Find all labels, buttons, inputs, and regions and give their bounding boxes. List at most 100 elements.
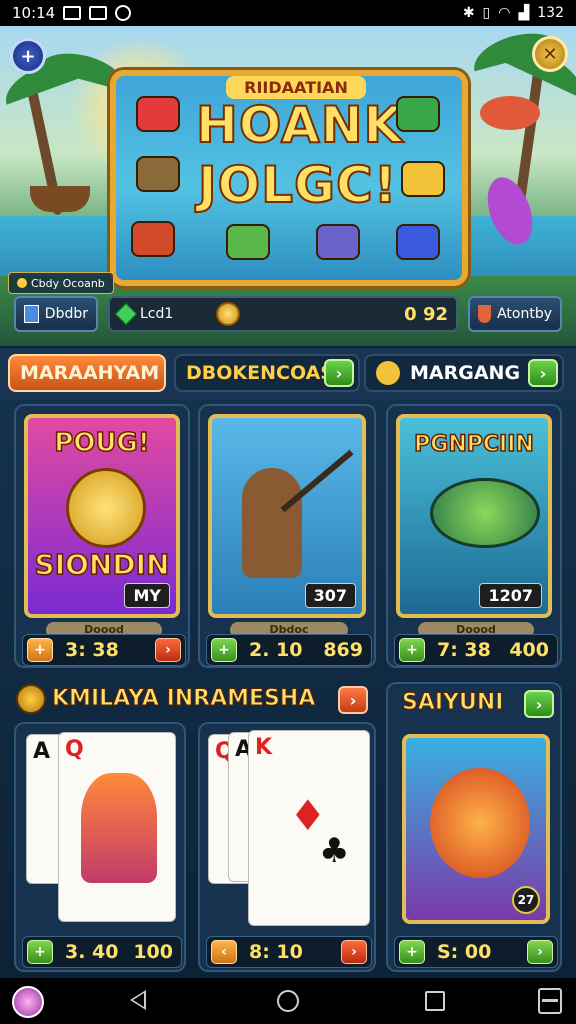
bar-left-value: 8: 10: [249, 941, 303, 963]
green-fish-icon: [226, 224, 270, 260]
section-title: SAIYUNI: [401, 690, 504, 716]
info-text: Cbdy Ocoanb: [31, 276, 105, 290]
play-button[interactable]: ›: [527, 940, 553, 964]
game-art: 27: [402, 734, 550, 924]
game-card[interactable]: SAIYUNI › 27 + S: 00 ›: [386, 682, 562, 972]
recents-icon[interactable]: [425, 991, 445, 1011]
close-button[interactable]: ✕: [532, 36, 568, 72]
game-grid: POUG! SIONDIN MY Doood + 3: 38 › 307 Dbd…: [0, 400, 576, 978]
plus-button[interactable]: +: [27, 638, 53, 662]
game-art: 307: [208, 414, 366, 618]
chevron-right-icon[interactable]: ›: [528, 359, 558, 387]
tab-dbokencoas[interactable]: DBOKENCOAS ›: [174, 354, 360, 392]
currency-label: Lcd1: [140, 306, 174, 322]
currency-bar[interactable]: Lcd1 0 92: [108, 296, 458, 332]
category-tabs: MARAAHYAM DBOKENCOAS › MARGANG ›: [0, 348, 576, 400]
coin-icon: [17, 278, 27, 288]
plus-button[interactable]: +: [211, 638, 237, 662]
tab-label: MARAAHYAM: [20, 362, 160, 384]
chevron-right-icon[interactable]: ›: [338, 686, 368, 714]
card-rank: Q: [65, 737, 84, 762]
cash-icon: [396, 96, 440, 132]
helmet-icon: [376, 361, 400, 385]
club-suit-icon: ♣: [319, 831, 350, 871]
card-bar: + 7: 38 400: [394, 634, 558, 666]
tab-margang[interactable]: MARGANG ›: [364, 354, 564, 392]
card-bar: + 3. 40 100: [22, 936, 182, 968]
play-button[interactable]: ›: [341, 940, 367, 964]
art-title-top: PGNPCIIN: [413, 431, 534, 458]
badge-count: 27: [512, 886, 540, 914]
bar-left-value: 3. 40: [65, 941, 119, 963]
menu-icon[interactable]: [538, 988, 562, 1014]
play-button[interactable]: ›: [155, 638, 181, 662]
warrior-icon: [430, 768, 530, 878]
boat-icon: [30, 186, 90, 212]
coin-icon: [216, 302, 240, 326]
card-bar: + 2. 10 869: [206, 634, 372, 666]
battery-level: 132: [537, 5, 564, 21]
plus-button[interactable]: +: [27, 940, 53, 964]
game-card[interactable]: PGNPCIIN 1207 Doood + 7: 38 400: [386, 404, 562, 668]
card-rank: A: [33, 739, 51, 764]
chevron-right-icon[interactable]: ›: [524, 690, 554, 718]
playing-card: Q: [58, 732, 176, 922]
mascot-icon: [66, 468, 146, 548]
playing-card: K ♦ ♣: [248, 730, 370, 926]
system-nav-bar: [0, 978, 576, 1024]
left-resource-label: Dbdbr: [44, 306, 88, 322]
app-icon[interactable]: [12, 986, 44, 1018]
section-title: KMILAYA INRAMESHA: [51, 686, 316, 712]
character-icon: [81, 773, 157, 883]
add-button[interactable]: +: [10, 38, 46, 74]
chevron-right-icon[interactable]: ›: [324, 359, 354, 387]
coin-bag-icon: [401, 161, 445, 197]
vibrate-icon: ▯: [482, 5, 491, 21]
card-rank: K: [255, 735, 273, 760]
tab-maraahyam[interactable]: MARAAHYAM: [8, 354, 166, 392]
fish-icon: [480, 96, 540, 130]
fish-monster-icon: [430, 478, 540, 548]
rifle-icon: [136, 156, 180, 192]
game-card[interactable]: POUG! SIONDIN MY Doood + 3: 38 ›: [14, 404, 190, 668]
plus-button[interactable]: +: [399, 638, 425, 662]
game-card[interactable]: 307 Dbdoc + 2. 10 869: [198, 404, 376, 668]
signal-icon: ▟: [518, 5, 530, 21]
home-icon[interactable]: [277, 990, 299, 1012]
game-card[interactable]: A Q + 3. 40 100: [14, 722, 186, 972]
left-resource-button[interactable]: Dbdbr: [14, 296, 98, 332]
right-resource-button[interactable]: Atontby: [468, 296, 562, 332]
hero-banner[interactable]: RIIDAATIAN HOANK JOLGC!: [110, 70, 468, 286]
card-bar: + S: 00 ›: [394, 936, 558, 968]
hero-title-line1: HOANK: [195, 95, 404, 155]
art-title-bottom: SIONDIN: [34, 547, 170, 582]
bar-right-value: 100: [133, 941, 173, 963]
hunter-icon: [242, 468, 302, 578]
app-root: 10:14 ✱ ▯ ◠ ▟ 132 + ✕ RIIDAATIAN HOANK J: [0, 0, 576, 1024]
treasure-icon: [136, 96, 180, 132]
mail-icon: [63, 6, 82, 20]
status-bar: 10:14 ✱ ▯ ◠ ▟ 132: [0, 0, 576, 26]
game-art: PGNPCIIN 1207: [396, 414, 552, 618]
red-fish-icon: [131, 221, 175, 257]
bar-left-value: 7: 38: [437, 639, 491, 661]
game-card[interactable]: Q A K ♦ ♣ ‹ 8: 10 ›: [198, 722, 376, 972]
bar-left-value: 3: 38: [65, 639, 119, 661]
currency-value: 0 92: [404, 303, 448, 325]
settings-icon: [115, 5, 132, 21]
tab-label: DBOKENCOAS: [186, 362, 334, 384]
plus-button[interactable]: +: [399, 940, 425, 964]
wifi-icon: ◠: [498, 5, 511, 21]
flag-icon: [24, 305, 39, 323]
game-art: POUG! SIONDIN MY: [24, 414, 180, 618]
bar-left-value: S: 00: [437, 941, 492, 963]
right-resource-label: Atontby: [497, 306, 552, 322]
back-icon[interactable]: [130, 990, 146, 1010]
tab-label: MARGANG: [410, 362, 521, 384]
image-icon: [89, 6, 108, 20]
bar-right-value: 400: [509, 639, 549, 661]
bluetooth-icon: ✱: [462, 5, 475, 21]
card-tag: 1207: [479, 583, 542, 608]
minus-button[interactable]: ‹: [211, 940, 237, 964]
bar-right-value: 869: [323, 639, 363, 661]
